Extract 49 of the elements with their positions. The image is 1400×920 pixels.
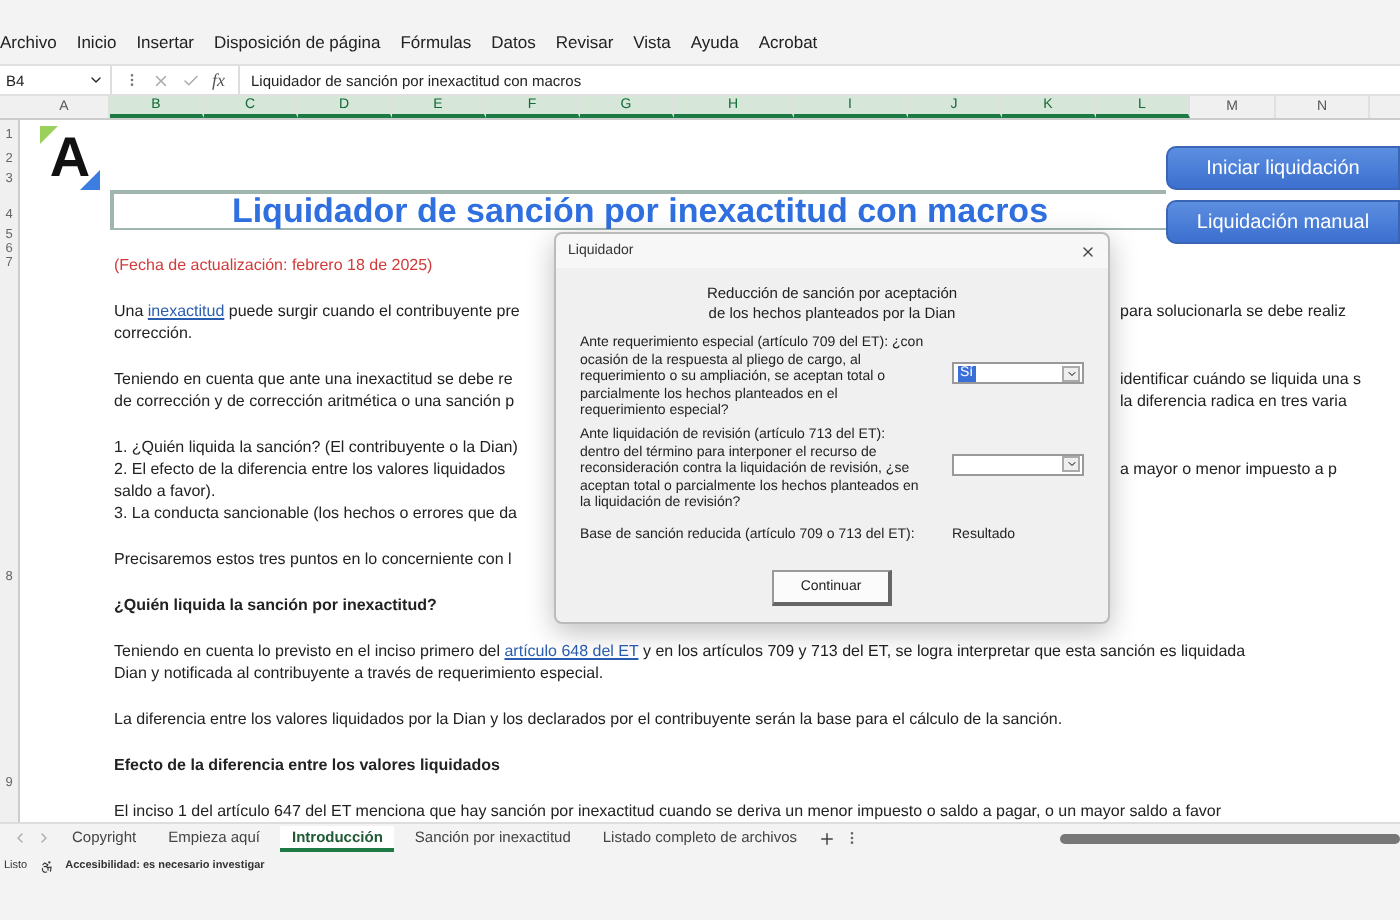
dropdown-icon bbox=[88, 72, 104, 88]
dropdown-icon bbox=[1065, 458, 1077, 471]
dropdown-icon bbox=[1065, 367, 1077, 379]
menu-item[interactable]: Insertar bbox=[136, 32, 195, 52]
section-heading: ¿Quién liquida la sanción por inexactitud? bbox=[114, 596, 437, 614]
body-text: la diferencia radica en tres varia bbox=[1120, 392, 1347, 410]
link[interactable]: artículo 648 del ET bbox=[504, 642, 639, 660]
accessibility-icon bbox=[39, 860, 54, 874]
close-icon[interactable] bbox=[1080, 243, 1096, 259]
macro-button[interactable]: Iniciar liquidación bbox=[1166, 146, 1400, 190]
section-heading: Efecto de la diferencia entre los valores liquidados bbox=[114, 756, 500, 774]
body-text: para solucionarla se debe realiz bbox=[1120, 302, 1346, 320]
dropdown[interactable] bbox=[952, 453, 1084, 476]
menu-item[interactable]: Vista bbox=[633, 32, 671, 52]
menu-item[interactable]: Acrobat bbox=[758, 32, 818, 52]
scrollbar[interactable] bbox=[1060, 833, 1400, 843]
body-text: a mayor o menor impuesto a p bbox=[1120, 460, 1337, 478]
body-text: Teniendo en cuenta lo previsto en el inciso primero del artículo 648 del ET y en los artículos 709 y 713 del ET, se logra interpretar que esta sanción es liquidada bbox=[114, 642, 1246, 660]
body-text: de corrección y de corrección aritmética o una sanción p bbox=[114, 392, 517, 410]
cancel-icon[interactable] bbox=[152, 71, 170, 89]
body-text: Dian y notificada al contribuyente a través de requerimiento especial. bbox=[114, 664, 604, 682]
body-text: identificar cuándo se liquida una s bbox=[1120, 370, 1362, 388]
body-text: saldo a favor). bbox=[114, 482, 216, 500]
body-text: El inciso 1 del artículo 647 del ET menciona que hay sanción por inexactitud cuando se deriva un menor impuesto o saldo a pagar, o un mayor saldo a favor bbox=[114, 802, 1222, 820]
link[interactable]: inexactitud bbox=[147, 302, 225, 320]
body-text: corrección. bbox=[114, 324, 193, 342]
menu-item[interactable]: Revisar bbox=[555, 32, 614, 52]
menu-item[interactable]: Ayuda bbox=[690, 32, 739, 52]
macro-button[interactable]: Liquidación manual bbox=[1166, 200, 1400, 244]
body-text: Precisaremos estos tres puntos en lo concerniente con l bbox=[114, 550, 512, 568]
menu-item[interactable]: Fórmulas bbox=[400, 32, 472, 52]
body-text: Teniendo en cuenta que ante una inexactitud se debe re bbox=[114, 370, 515, 388]
menu-item[interactable]: Datos bbox=[491, 32, 536, 52]
update-date: (Fecha de actualización: febrero 18 de 2025) bbox=[114, 256, 433, 274]
logo: A bbox=[40, 125, 100, 189]
menu-item[interactable]: Disposición de página bbox=[214, 32, 381, 52]
body-text: La diferencia entre los valores liquidados por la Dian y los declarados por el contribuyente serán la base para el cálculo de la sanción. bbox=[114, 710, 1063, 728]
menu-item[interactable]: Archivo bbox=[0, 32, 57, 52]
menu-item[interactable]: Inicio bbox=[76, 32, 117, 52]
previous-sheet-icon[interactable] bbox=[12, 830, 28, 846]
enter-icon[interactable] bbox=[182, 71, 200, 89]
add-sheet-icon[interactable] bbox=[817, 829, 836, 847]
body-text: 1. ¿Quién liquida la sanción? (El contribuyente o la Dian) bbox=[114, 438, 518, 456]
insert-function-button[interactable]: fx bbox=[212, 70, 225, 90]
body-text: 3. La conducta sancionable (los hechos o errores que da bbox=[114, 504, 517, 522]
next-sheet-icon[interactable] bbox=[36, 830, 52, 846]
sheet-title: Liquidador de sanción por inexactitud con macros bbox=[231, 191, 1049, 231]
body-text: 2. El efecto de la diferencia entre los valores liquidados bbox=[114, 460, 508, 478]
body-text: Una inexactitud puede surgir cuando el contribuyente pre bbox=[114, 302, 522, 320]
